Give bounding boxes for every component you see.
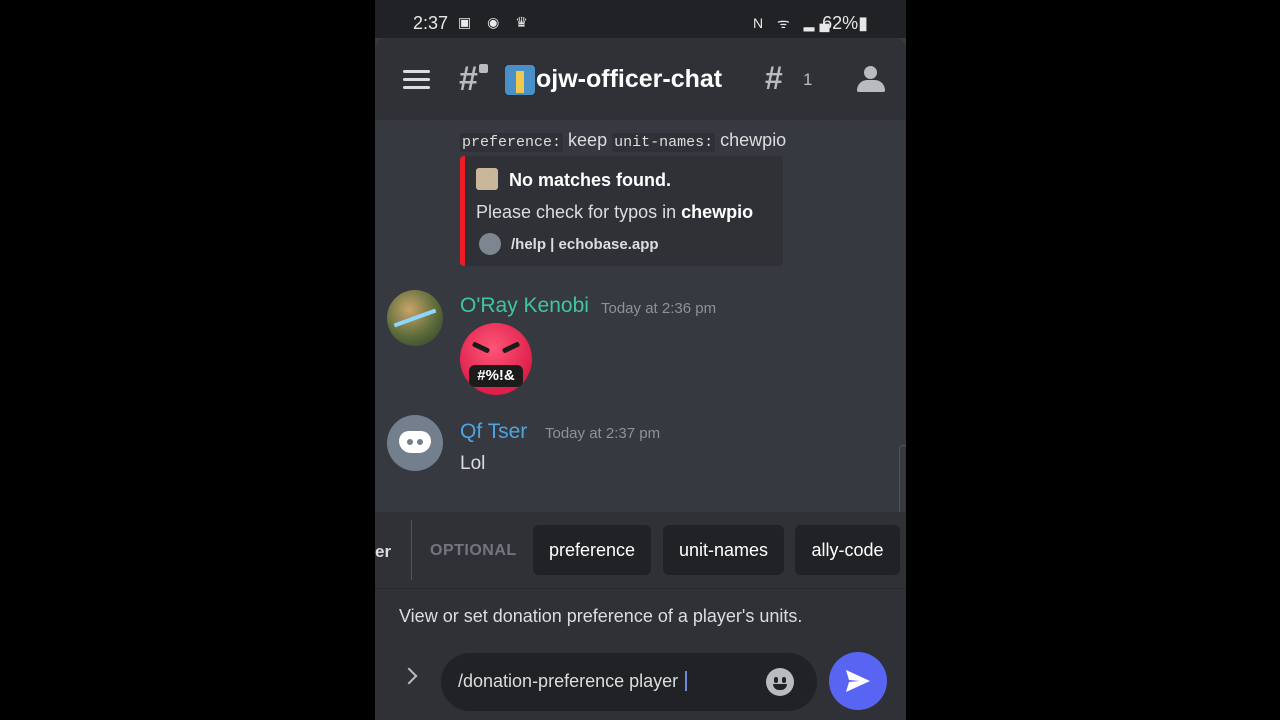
scrollbar[interactable] bbox=[899, 445, 906, 512]
send-icon bbox=[846, 670, 870, 692]
option-name: preference: bbox=[460, 133, 564, 152]
battery-level: 62%▮ bbox=[822, 13, 868, 33]
avatar[interactable] bbox=[387, 290, 443, 346]
option-chip-unit-names[interactable]: unit-names bbox=[663, 525, 784, 575]
command-description-bar: View or set donation preference of a pla… bbox=[375, 588, 906, 641]
message-author[interactable]: Qf Tser bbox=[460, 420, 527, 444]
status-bar: 2:37 ▣ ◉ ♛ N ᯤ ▂▄ 62%▮ bbox=[375, 0, 906, 38]
emoji-picker-icon[interactable] bbox=[766, 668, 794, 696]
command-invocation: preference: keep unit-names: chewpio bbox=[460, 130, 787, 152]
send-button[interactable] bbox=[829, 652, 887, 710]
required-option-chip[interactable]: er bbox=[375, 542, 391, 562]
message-input[interactable]: /donation-preference player bbox=[441, 653, 817, 711]
message-timestamp: Today at 2:37 pm bbox=[545, 425, 661, 442]
emoji-symbols: #%!& bbox=[469, 365, 523, 387]
threads-icon[interactable]: # bbox=[765, 60, 783, 97]
necktie-emoji-icon bbox=[505, 65, 535, 95]
channel-header: # ojw-officer-chat # 1 bbox=[375, 38, 906, 120]
hamburger-menu-icon[interactable] bbox=[403, 70, 430, 90]
embed-footer-icon bbox=[479, 233, 501, 255]
message-author[interactable]: O'Ray Kenobi bbox=[460, 294, 589, 318]
channel-name[interactable]: ojw-officer-chat bbox=[536, 65, 722, 94]
divider bbox=[411, 520, 412, 580]
lock-icon bbox=[479, 64, 488, 73]
notification-icons: ▣ ◉ ♛ bbox=[458, 14, 534, 30]
embed-title: No matches found. bbox=[509, 170, 672, 190]
chevron-right-icon[interactable] bbox=[400, 667, 418, 685]
command-options-bar: er OPTIONAL preference unit-names ally-c… bbox=[375, 512, 906, 588]
command-description: View or set donation preference of a pla… bbox=[399, 606, 803, 626]
message-timestamp: Today at 2:36 pm bbox=[601, 300, 717, 317]
discord-app: 2:37 ▣ ◉ ♛ N ᯤ ▂▄ 62%▮ # ojw-officer-cha… bbox=[375, 0, 906, 720]
message-input-text[interactable]: /donation-preference player bbox=[458, 671, 688, 692]
status-time: 2:37 bbox=[413, 13, 449, 33]
optional-label: OPTIONAL bbox=[430, 542, 517, 559]
avatar[interactable] bbox=[387, 415, 443, 471]
thread-count: 1 bbox=[803, 70, 813, 89]
discord-logo-icon bbox=[399, 431, 431, 453]
embed-description: Please check for typos in chewpio bbox=[476, 202, 754, 222]
option-chip-ally-code[interactable]: ally-code bbox=[795, 525, 900, 575]
option-chip-preference[interactable]: preference bbox=[533, 525, 651, 575]
option-value: keep bbox=[568, 130, 608, 150]
bot-embed: No matches found. Please check for typos… bbox=[460, 156, 783, 266]
message-content: Lol bbox=[460, 453, 486, 474]
angry-face-emoji-icon[interactable]: #%!& bbox=[460, 323, 532, 395]
message-composer: /donation-preference player bbox=[375, 640, 906, 720]
embed-footer: /help | echobase.app bbox=[511, 236, 659, 253]
channel-hash-icon: # bbox=[459, 60, 478, 98]
message-list[interactable]: preference: keep unit-names: chewpio No … bbox=[375, 120, 906, 512]
option-name: unit-names: bbox=[612, 133, 716, 152]
embed-author-icon bbox=[476, 168, 498, 190]
members-icon[interactable] bbox=[855, 66, 887, 94]
text-caret bbox=[685, 671, 688, 691]
option-value: chewpio bbox=[720, 130, 787, 150]
